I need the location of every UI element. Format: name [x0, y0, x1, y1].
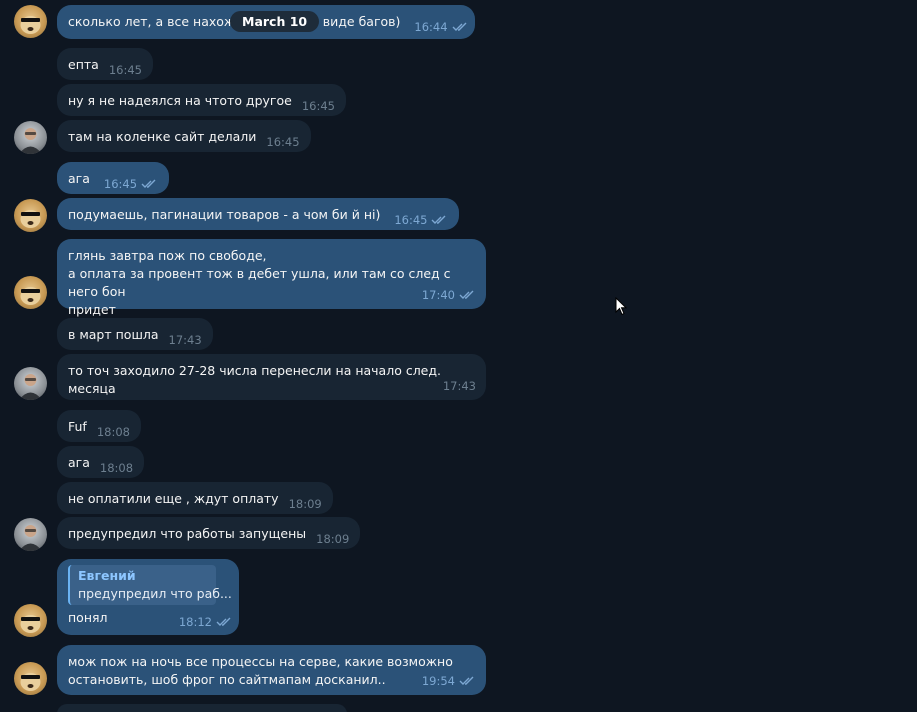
- double-check-icon: [431, 215, 446, 224]
- message-bubble[interactable]: там на коленке сайт делали 16:45: [57, 120, 311, 152]
- person-avatar[interactable]: [14, 121, 47, 154]
- double-check-icon: [452, 22, 467, 31]
- message-time: 16:45: [301, 99, 335, 113]
- message-text: ага: [68, 171, 90, 186]
- message-time: 18:09: [316, 532, 350, 546]
- message-bubble[interactable]: ага 16:45: [57, 162, 170, 194]
- message-text-continued: (в виде багов): [306, 14, 401, 29]
- message-time: 16:45: [266, 135, 300, 149]
- doge-avatar[interactable]: [14, 276, 47, 309]
- message-time: 18:08: [99, 461, 134, 475]
- message-bubble[interactable]: ну я не надеялся на чтото другое 16:45: [57, 84, 346, 116]
- message-text: мож пож на ночь все процессы на серве, к…: [68, 654, 453, 687]
- mouse-cursor-icon: [615, 297, 627, 316]
- date-separator: March 10: [230, 11, 320, 32]
- message-text: Fuf: [68, 419, 87, 434]
- reply-quote[interactable]: Евгений предупредил что раб...: [68, 565, 232, 605]
- message-time: 16:45: [394, 211, 448, 229]
- message-bubble[interactable]: Fuf 18:08: [57, 410, 141, 442]
- message-time: 16:44: [414, 18, 468, 36]
- reply-text: предупредил что раб...: [78, 586, 232, 601]
- doge-avatar[interactable]: [14, 199, 47, 232]
- doge-avatar[interactable]: [14, 5, 47, 38]
- message-text: ну я не надеялся на чтото другое: [68, 93, 292, 108]
- message-bubble[interactable]: ага 18:08: [57, 446, 145, 478]
- double-check-icon: [216, 617, 231, 626]
- person-avatar[interactable]: [14, 518, 47, 551]
- message-text: то точ заходило 27-28 числа перенесли на…: [68, 363, 441, 396]
- double-check-icon: [141, 179, 156, 188]
- message-bubble[interactable]: в март пошла 17:43: [57, 318, 213, 350]
- message-time: 18:12: [179, 613, 233, 631]
- message-time: 16:45: [108, 63, 142, 77]
- message-text: не оплатили еще , ждут оплату: [68, 491, 279, 506]
- reply-author: Евгений: [78, 568, 136, 583]
- double-check-icon: [459, 290, 474, 299]
- message-text: в март пошла: [68, 327, 159, 342]
- message-time: 18:09: [288, 497, 322, 511]
- message-bubble[interactable]: подумаешь, пагинации товаров - а чом би …: [57, 198, 460, 230]
- message-text: там на коленке сайт делали: [68, 129, 257, 144]
- message-time: 16:45: [104, 175, 158, 193]
- message-bubble[interactable]: мож пож на ночь все процессы на серве, к…: [57, 645, 486, 695]
- message-bubble-partial[interactable]: [57, 704, 347, 712]
- double-check-icon: [459, 676, 474, 685]
- message-bubble[interactable]: епта 16:45: [57, 48, 153, 80]
- message-text: подумаешь, пагинации товаров - а чом би …: [68, 207, 381, 222]
- message-time: 17:43: [168, 333, 202, 347]
- message-time: 17:43: [442, 379, 476, 393]
- doge-avatar[interactable]: [14, 604, 47, 637]
- message-time: 19:54: [422, 672, 476, 690]
- message-bubble[interactable]: глянь завтра пож по свободе, а оплата за…: [57, 239, 486, 317]
- chat-area[interactable]: сколько лет, а все нахожу (в виде багов)…: [0, 0, 917, 712]
- message-text: понял: [68, 610, 108, 625]
- message-time: 17:40: [422, 286, 476, 304]
- message-bubble[interactable]: предупредил что работы запущены 18:09: [57, 517, 361, 549]
- message-text: сколько лет, а все нахожу: [68, 14, 247, 29]
- message-text: предупредил что работы запущены: [68, 526, 307, 541]
- message-text: глянь завтра пож по свободе, а оплата за…: [68, 248, 451, 317]
- message-bubble[interactable]: не оплатили еще , ждут оплату 18:09: [57, 482, 333, 514]
- person-avatar[interactable]: [14, 367, 47, 400]
- message-text: ага: [68, 455, 90, 470]
- message-time: 18:08: [96, 425, 130, 439]
- doge-avatar[interactable]: [14, 662, 47, 695]
- message-bubble[interactable]: то точ заходило 27-28 числа перенесли на…: [57, 354, 486, 400]
- message-bubble[interactable]: Евгений предупредил что раб... понял 18:…: [57, 559, 239, 635]
- message-text: епта: [68, 57, 99, 72]
